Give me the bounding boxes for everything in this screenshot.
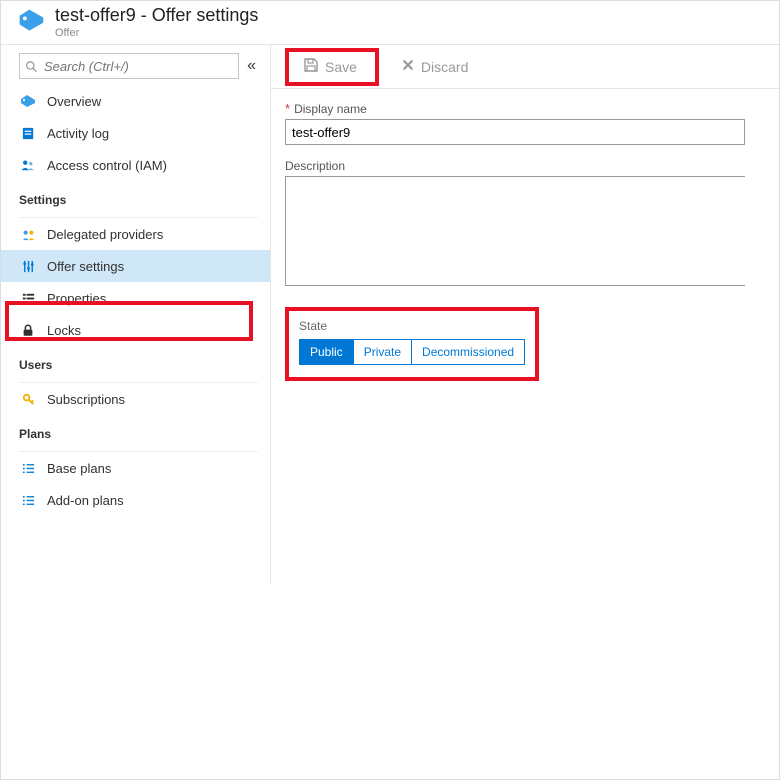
header-text: test-offer9 - Offer settings Offer <box>55 6 258 39</box>
people-icon <box>19 158 37 173</box>
state-private-button[interactable]: Private <box>354 339 412 365</box>
sidebar-item-base-plans[interactable]: Base plans <box>1 452 270 484</box>
sliders-icon <box>19 259 37 274</box>
form: * Display name Description State Public … <box>271 89 779 381</box>
sidebar-item-delegated-providers[interactable]: Delegated providers <box>1 218 270 250</box>
main-pane: Save Discard * Display name Description … <box>271 45 779 779</box>
page-title: test-offer9 - Offer settings <box>55 6 258 26</box>
description-textarea[interactable] <box>285 176 745 286</box>
sidebar-item-subscriptions[interactable]: Subscriptions <box>1 383 270 415</box>
sidebar-item-activity-log[interactable]: Activity log <box>1 117 270 149</box>
state-decommissioned-button[interactable]: Decommissioned <box>412 339 525 365</box>
search-input[interactable] <box>19 53 239 79</box>
collapse-sidebar-icon[interactable]: « <box>247 57 260 75</box>
sidebar-item-label: Access control (IAM) <box>47 158 167 173</box>
page-subtitle: Offer <box>55 27 258 39</box>
list-icon <box>19 493 37 508</box>
sidebar: « Overview Activity log Access control (… <box>1 45 271 585</box>
key-icon <box>19 392 37 407</box>
sidebar-item-label: Properties <box>47 291 106 306</box>
state-segmented: Public Private Decommissioned <box>299 339 525 365</box>
highlight-save: Save <box>285 48 379 86</box>
state-public-button[interactable]: Public <box>299 339 354 365</box>
required-star: * <box>285 101 290 116</box>
properties-icon <box>19 291 37 306</box>
offer-tag-icon <box>17 7 45 38</box>
sidebar-item-locks[interactable]: Locks <box>1 314 270 346</box>
tag-icon <box>19 93 37 109</box>
sidebar-item-label: Subscriptions <box>47 392 125 407</box>
sidebar-item-label: Activity log <box>47 126 109 141</box>
close-icon <box>401 58 415 75</box>
highlight-state: State Public Private Decommissioned <box>285 307 539 381</box>
description-label-row: Description <box>285 159 779 173</box>
display-name-input[interactable] <box>285 119 745 145</box>
state-label: State <box>299 319 525 333</box>
providers-icon <box>19 227 37 242</box>
description-label: Description <box>285 159 345 173</box>
sidebar-item-properties[interactable]: Properties <box>1 282 270 314</box>
display-name-label-row: * Display name <box>285 101 779 116</box>
sidebar-item-overview[interactable]: Overview <box>1 85 270 117</box>
blade-header: test-offer9 - Offer settings Offer <box>1 1 779 45</box>
lock-icon <box>19 323 37 338</box>
list-icon <box>19 461 37 476</box>
sidebar-item-label: Delegated providers <box>47 227 163 242</box>
sidebar-group-users: Users <box>1 346 270 376</box>
sidebar-item-label: Overview <box>47 94 101 109</box>
discard-label: Discard <box>421 59 468 75</box>
save-icon <box>303 57 319 76</box>
sidebar-item-offer-settings[interactable]: Offer settings <box>1 250 270 282</box>
save-button[interactable]: Save <box>295 53 365 80</box>
discard-button[interactable]: Discard <box>393 54 476 79</box>
sidebar-group-settings: Settings <box>1 181 270 211</box>
save-label: Save <box>325 59 357 75</box>
activity-log-icon <box>19 126 37 141</box>
sidebar-item-label: Base plans <box>47 461 111 476</box>
sidebar-item-access-control[interactable]: Access control (IAM) <box>1 149 270 181</box>
sidebar-item-label: Locks <box>47 323 81 338</box>
sidebar-item-label: Offer settings <box>47 259 124 274</box>
command-bar: Save Discard <box>271 45 779 89</box>
display-name-label: Display name <box>294 102 367 116</box>
search-icon <box>25 60 38 76</box>
sidebar-item-label: Add-on plans <box>47 493 124 508</box>
sidebar-item-addon-plans[interactable]: Add-on plans <box>1 484 270 516</box>
sidebar-group-plans: Plans <box>1 415 270 445</box>
